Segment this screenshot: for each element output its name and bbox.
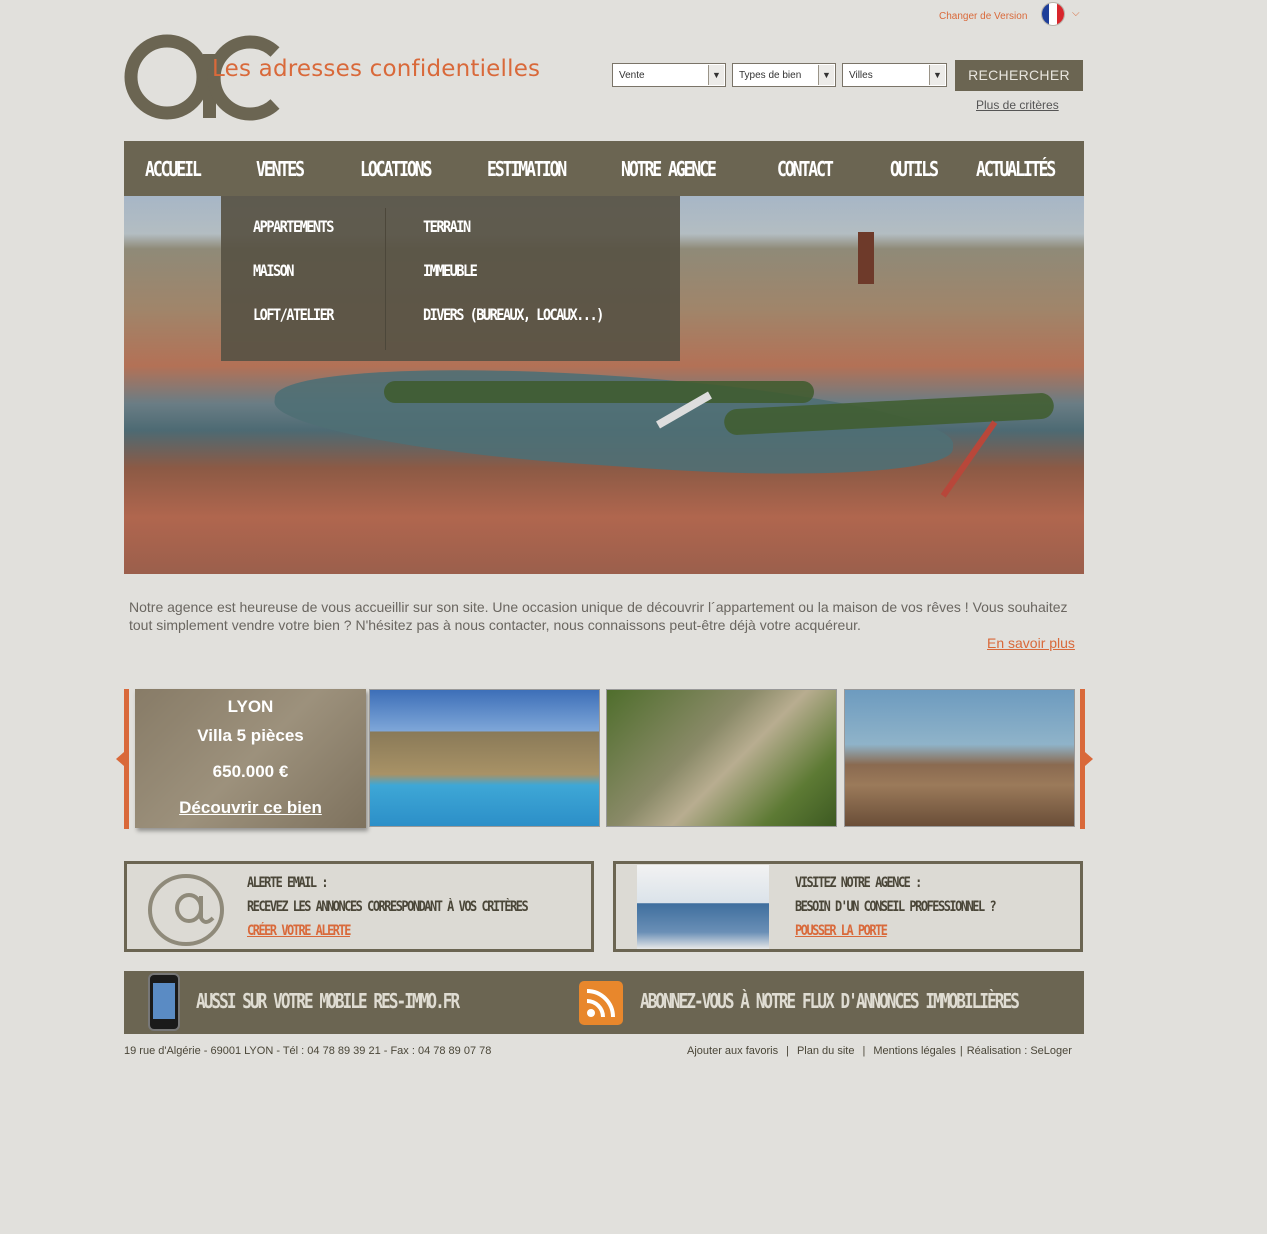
property-thumbnail[interactable]	[606, 689, 837, 827]
dropdown-divider	[385, 208, 386, 350]
agency-team-photo	[637, 865, 769, 949]
french-flag-icon[interactable]	[1041, 2, 1065, 26]
smartphone-screen	[153, 983, 175, 1019]
featured-price: 650.000 €	[212, 762, 289, 781]
more-criteria-link[interactable]: Plus de critères	[976, 98, 1059, 112]
footer-link-favorites[interactable]: Ajouter aux favoris	[687, 1045, 778, 1057]
smartphone-icon	[148, 973, 180, 1031]
logo-text: Les adresses confidentielles	[212, 56, 541, 82]
nav-item-contact[interactable]: CONTACT	[777, 141, 834, 196]
carousel-prev-icon[interactable]	[116, 752, 124, 766]
dropdown-item-terrain[interactable]: TERRAIN	[423, 217, 471, 236]
dropdown-item-maison[interactable]: MAISON	[253, 261, 294, 280]
footer-links: Ajouter aux favoris | Plan du site | Mention…	[687, 1045, 1072, 1057]
featured-property-card[interactable]: LYON Villa 5 pièces 650.000 € Découvrir …	[135, 689, 366, 828]
flag-stripe-red	[1056, 3, 1064, 25]
intro-text: Notre agence est heureuse de vous accuei…	[129, 599, 1068, 633]
learn-more-link[interactable]: En savoir plus	[987, 635, 1075, 651]
chevron-down-icon[interactable]: ⌵	[1072, 8, 1080, 19]
bottom-banner: AUSSI SUR VOTRE MOBILE RES-IMMO.FR ABONN…	[124, 971, 1084, 1034]
nav-item-outils[interactable]: OUTILS	[890, 141, 939, 196]
hero-trees	[384, 381, 814, 403]
dropdown-item-loft-atelier[interactable]: LOFT/ATELIER	[253, 305, 334, 324]
footer-link-sitemap[interactable]: Plan du site	[797, 1045, 854, 1057]
search-button[interactable]: RECHERCHER	[955, 60, 1083, 91]
visit-agency-title: VISITEZ NOTRE AGENCE :	[795, 875, 922, 891]
visit-agency-text: BESOIN D'UN CONSEIL PROFESSIONNEL ?	[795, 899, 997, 915]
at-sign-icon	[148, 874, 224, 946]
property-thumbnail[interactable]	[844, 689, 1075, 827]
city-select[interactable]: Villes ▼	[842, 63, 947, 87]
rss-subscribe-link[interactable]: ABONNEZ-VOUS À NOTRE FLUX D'ANNONCES IMM…	[640, 989, 1020, 1013]
carousel-left-bar	[124, 689, 129, 829]
visit-agency-box: VISITEZ NOTRE AGENCE : BESOIN D'UN CONSE…	[613, 861, 1083, 952]
footer-separator: |	[786, 1045, 789, 1057]
main-nav: ACCUEIL VENTES LOCATIONS ESTIMATION NOTR…	[124, 141, 1084, 196]
rss-icon[interactable]	[579, 981, 623, 1025]
city-value: Villes	[849, 70, 873, 81]
nav-item-actualites[interactable]: ACTUALITÉS	[976, 141, 1056, 196]
flag-stripe-blue	[1042, 3, 1050, 25]
featured-title: Villa 5 pièces	[197, 726, 304, 745]
nav-item-locations[interactable]: LOCATIONS	[360, 141, 432, 196]
rss-symbol	[586, 989, 615, 1018]
push-door-link[interactable]: POUSSER LA PORTE	[795, 923, 888, 939]
property-thumbnail[interactable]	[369, 689, 600, 827]
flag-stripe-white	[1049, 3, 1057, 25]
hero-tower	[858, 232, 874, 284]
transaction-type-value: Vente	[619, 70, 645, 81]
property-type-select[interactable]: Types de bien ▼	[732, 63, 836, 87]
dropdown-item-divers[interactable]: DIVERS (BUREAUX, LOCAUX...)	[423, 305, 604, 324]
email-alert-title: ALERTE EMAIL :	[247, 875, 329, 891]
nav-item-notre-agence[interactable]: NOTRE AGENCE	[621, 141, 717, 196]
featured-city: LYON	[227, 697, 274, 716]
nav-item-estimation[interactable]: ESTIMATION	[487, 141, 567, 196]
chevron-down-icon: ▼	[818, 65, 834, 85]
create-alert-link[interactable]: CRÉER VOTRE ALERTE	[247, 923, 351, 939]
chevron-down-icon: ▼	[929, 65, 945, 85]
nav-item-accueil[interactable]: ACCUEIL	[145, 141, 202, 196]
hero-bridge	[940, 420, 998, 498]
email-alert-box: ALERTE EMAIL : RECEVEZ LES ANNONCES CORR…	[124, 861, 594, 952]
transaction-type-select[interactable]: Vente ▼	[612, 63, 726, 87]
footer-address: 19 rue d'Algérie - 69001 LYON - Tél : 04…	[124, 1045, 492, 1057]
carousel-next-icon[interactable]	[1085, 752, 1093, 766]
footer-link-credits[interactable]: Réalisation : SeLoger	[967, 1045, 1072, 1057]
footer-separator: |	[862, 1045, 866, 1057]
chevron-down-icon: ▼	[708, 65, 724, 85]
footer-link-legal[interactable]: Mentions légales	[873, 1045, 956, 1057]
property-type-value: Types de bien	[739, 70, 802, 81]
footer-separator: |	[959, 1045, 963, 1057]
nav-item-ventes[interactable]: VENTES	[256, 141, 305, 196]
change-version-link[interactable]: Changer de Version	[939, 11, 1027, 22]
featured-cta-link[interactable]: Découvrir ce bien	[135, 798, 366, 818]
mobile-site-link[interactable]: AUSSI SUR VOTRE MOBILE RES-IMMO.FR	[196, 989, 460, 1013]
dropdown-item-appartements[interactable]: APPARTEMENTS	[253, 217, 334, 236]
email-alert-text: RECEVEZ LES ANNONCES CORRESPONDANT À VOS…	[247, 899, 529, 915]
dropdown-item-immeuble[interactable]: IMMEUBLE	[423, 261, 478, 280]
